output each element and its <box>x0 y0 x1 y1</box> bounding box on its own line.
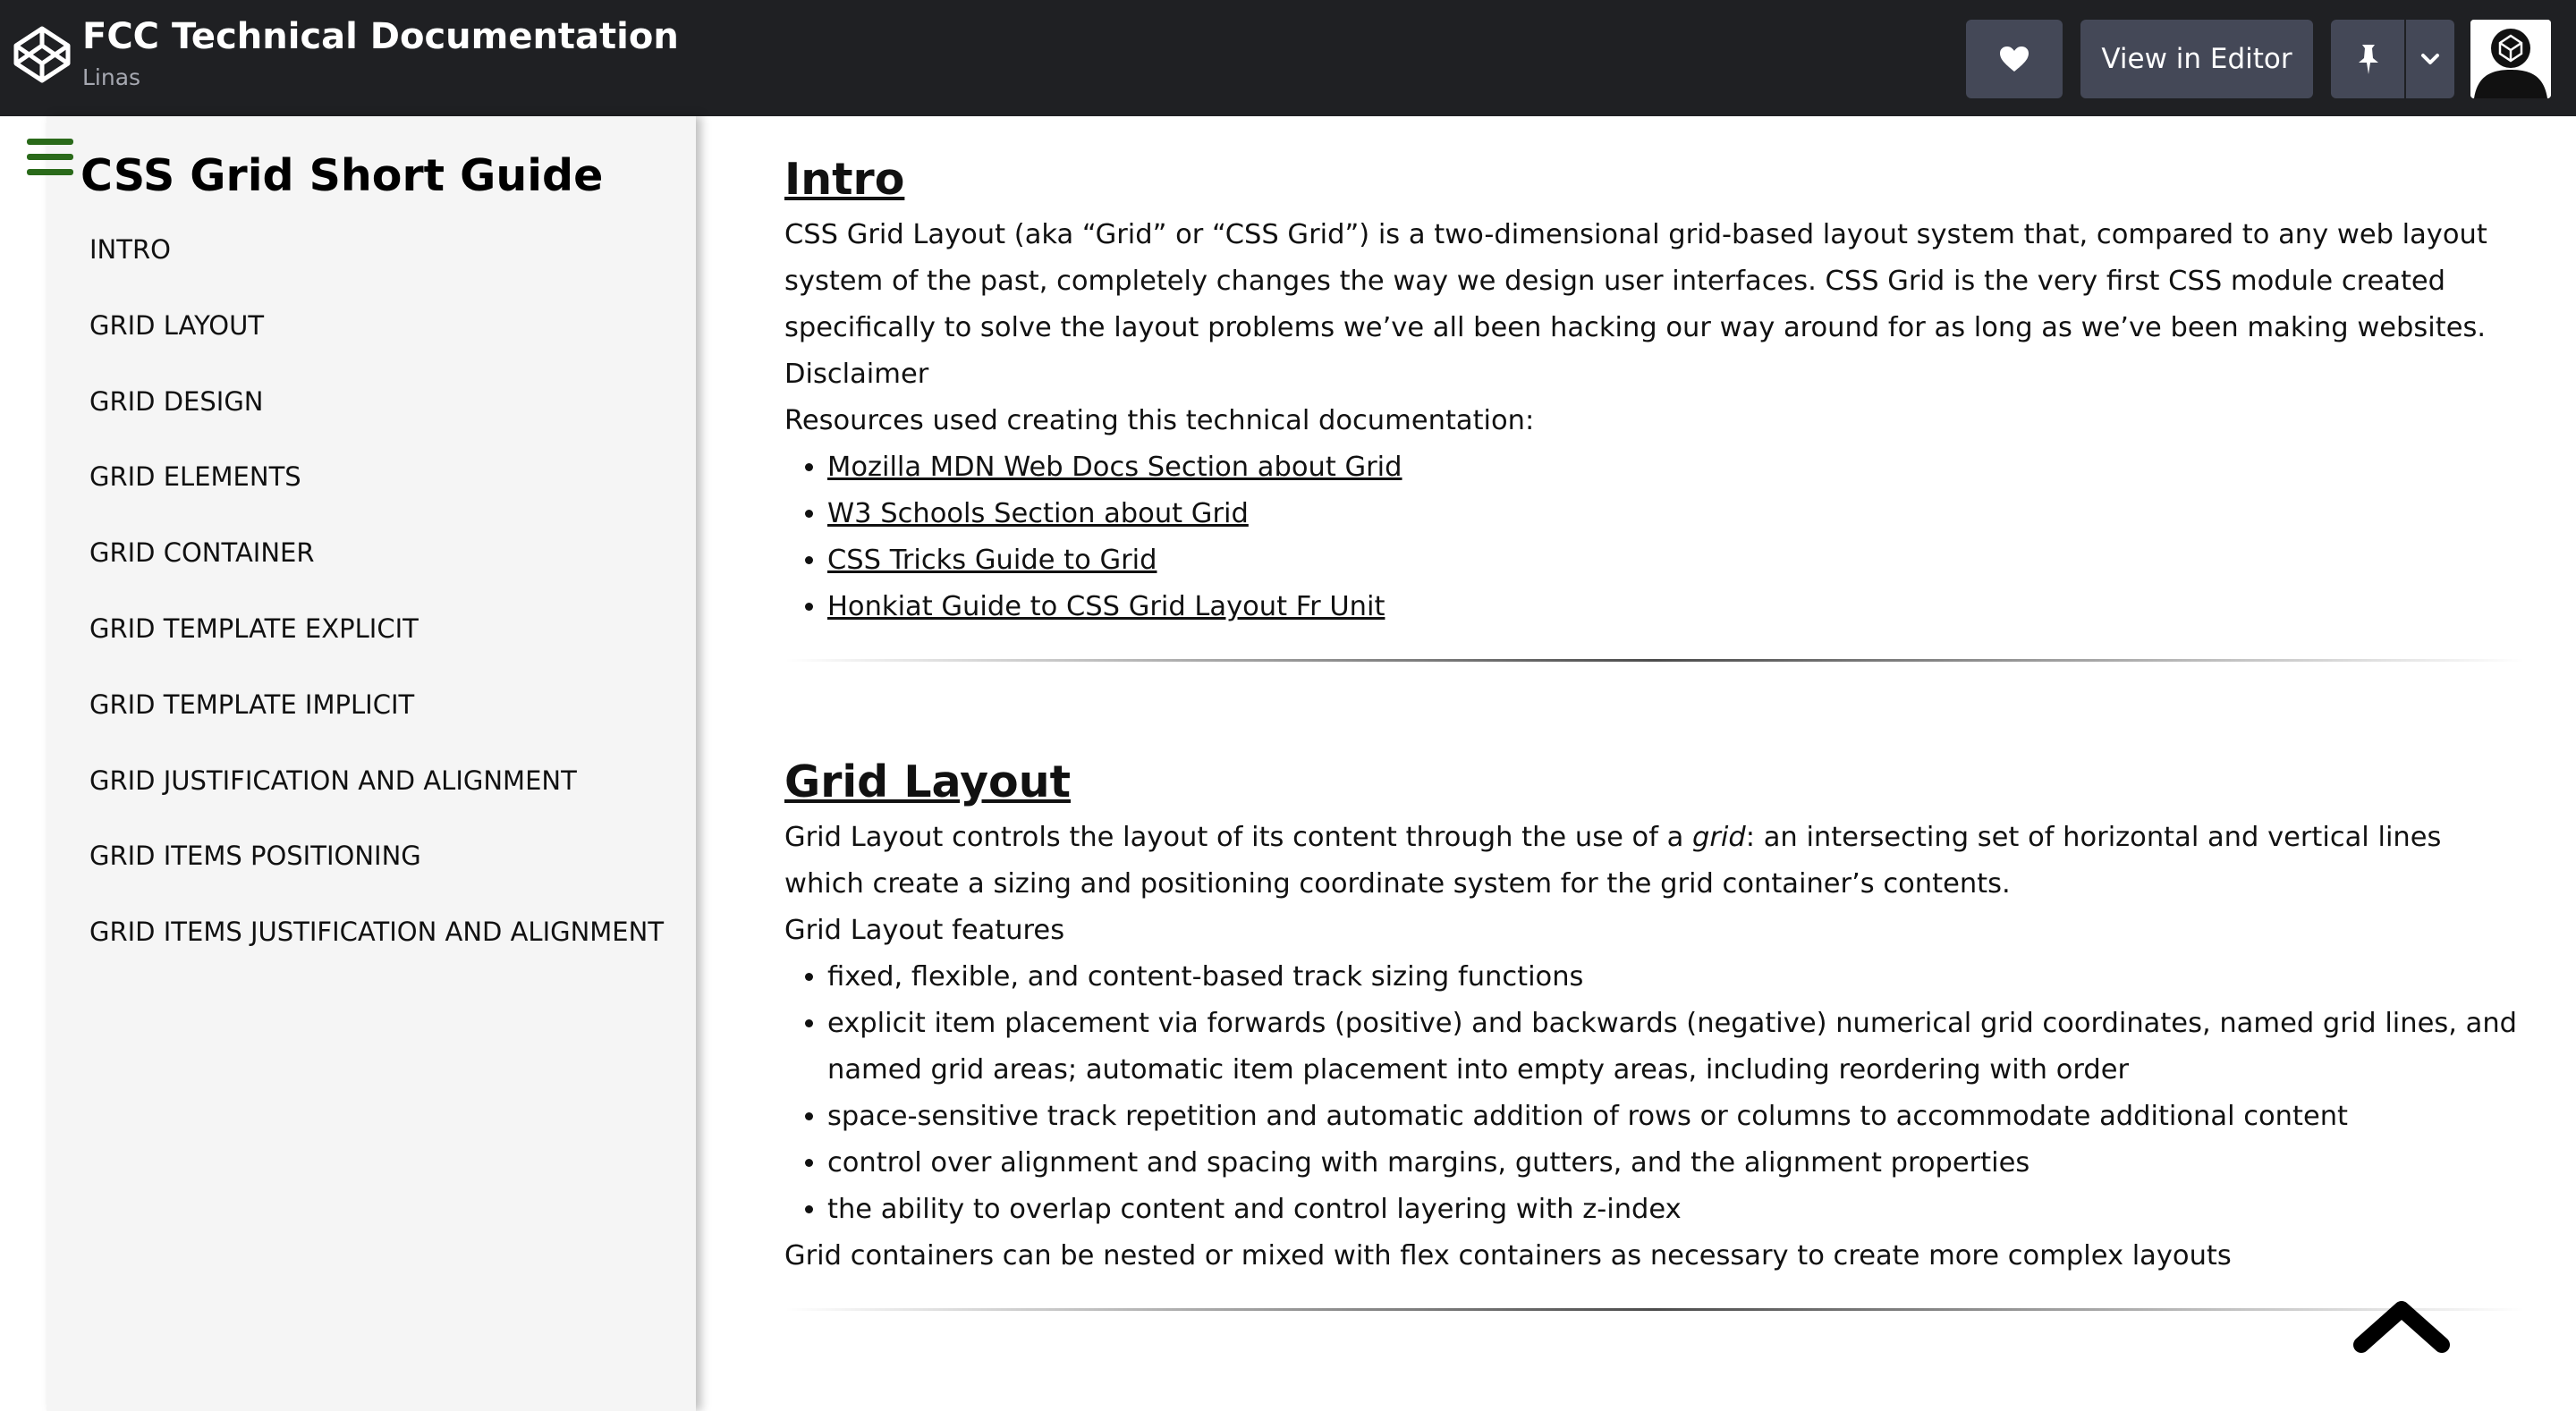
sidebar-item-grid-template-explicit[interactable]: GRID TEMPLATE EXPLICIT <box>89 608 664 684</box>
sidebar-item-grid-elements[interactable]: GRID ELEMENTS <box>89 456 664 532</box>
grid-layout-section: Grid Layout Grid Layout controls the lay… <box>784 750 2525 1311</box>
section-divider <box>784 1308 2525 1311</box>
sidebar-item-grid-items-positioning[interactable]: GRID ITEMS POSITIONING <box>89 835 664 911</box>
resources-list: Mozilla MDN Web Docs Section about Grid … <box>784 444 2525 630</box>
resource-link-honkiat[interactable]: Honkiat Guide to CSS Grid Layout Fr Unit <box>827 591 1385 622</box>
resource-link-w3schools[interactable]: W3 Schools Section about Grid <box>827 498 1249 529</box>
grid-layout-heading: Grid Layout <box>784 756 1072 807</box>
view-in-editor-button[interactable]: View in Editor <box>2080 20 2313 98</box>
user-avatar-icon <box>2470 20 2551 98</box>
sidebar-item-intro[interactable]: INTRO <box>89 229 664 305</box>
sidebar-item-grid-template-implicit[interactable]: GRID TEMPLATE IMPLICIT <box>89 684 664 760</box>
list-item: space-sensitive track repetition and aut… <box>827 1094 2525 1140</box>
avatar[interactable] <box>2470 20 2551 98</box>
heart-icon <box>2000 46 2029 72</box>
list-item: W3 Schools Section about Grid <box>827 491 2525 537</box>
pin-button[interactable] <box>2331 20 2404 98</box>
chevron-down-icon <box>2421 54 2439 64</box>
list-item: CSS Tricks Guide to Grid <box>827 537 2525 584</box>
resource-link-mdn[interactable]: Mozilla MDN Web Docs Section about Grid <box>827 452 1402 483</box>
features-label: Grid Layout features <box>784 915 1065 946</box>
sidebar-item-grid-layout[interactable]: GRID LAYOUT <box>89 305 664 381</box>
sidebar-item-grid-justification[interactable]: GRID JUSTIFICATION AND ALIGNMENT <box>89 760 664 836</box>
resource-link-css-tricks[interactable]: CSS Tricks Guide to Grid <box>827 545 1157 576</box>
codepen-logo-icon[interactable] <box>13 25 72 84</box>
grid-layout-closing: Grid containers can be nested or mixed w… <box>784 1240 2232 1272</box>
grid-layout-text-before: Grid Layout controls the layout of its c… <box>784 822 1693 853</box>
list-item: Honkiat Guide to CSS Grid Layout Fr Unit <box>827 584 2525 630</box>
sidebar-links: INTRO GRID LAYOUT GRID DESIGN GRID ELEME… <box>89 229 664 987</box>
intro-heading: Intro <box>784 154 905 205</box>
sidebar-item-grid-container[interactable]: GRID CONTAINER <box>89 532 664 608</box>
pin-options-button[interactable] <box>2406 20 2454 98</box>
pen-author[interactable]: Linas <box>82 64 140 90</box>
sidebar-item-grid-items-justification[interactable]: GRID ITEMS JUSTIFICATION AND ALIGNMENT <box>89 911 664 987</box>
list-item: control over alignment and spacing with … <box>827 1140 2525 1187</box>
disclaimer-text: Disclaimer <box>784 359 929 390</box>
list-item: fixed, flexible, and content-based track… <box>827 954 2525 1001</box>
back-to-top-icon[interactable] <box>2352 1297 2451 1354</box>
intro-section: Intro CSS Grid Layout (aka “Grid” or “CS… <box>784 148 2525 662</box>
grid-term: grid <box>1692 822 1746 853</box>
section-divider <box>784 659 2525 662</box>
sidebar-title: CSS Grid Short Guide <box>80 150 604 201</box>
list-item: the ability to overlap content and contr… <box>827 1187 2525 1233</box>
sidebar-item-grid-design[interactable]: GRID DESIGN <box>89 381 664 457</box>
pin-icon <box>2359 45 2378 74</box>
grid-layout-text: Grid Layout controls the layout of its c… <box>784 815 2525 908</box>
features-list: fixed, flexible, and content-based track… <box>784 954 2525 1233</box>
list-item: Mozilla MDN Web Docs Section about Grid <box>827 444 2525 491</box>
codepen-header: FCC Technical Documentation Linas View i… <box>0 0 2576 116</box>
resources-label: Resources used creating this technical d… <box>784 405 1535 436</box>
intro-text: CSS Grid Layout (aka “Grid” or “CSS Grid… <box>784 219 2487 343</box>
love-button[interactable] <box>1966 20 2063 98</box>
pen-title[interactable]: FCC Technical Documentation <box>82 16 679 57</box>
list-item: explicit item placement via forwards (po… <box>827 1001 2525 1094</box>
menu-icon[interactable] <box>27 139 73 178</box>
